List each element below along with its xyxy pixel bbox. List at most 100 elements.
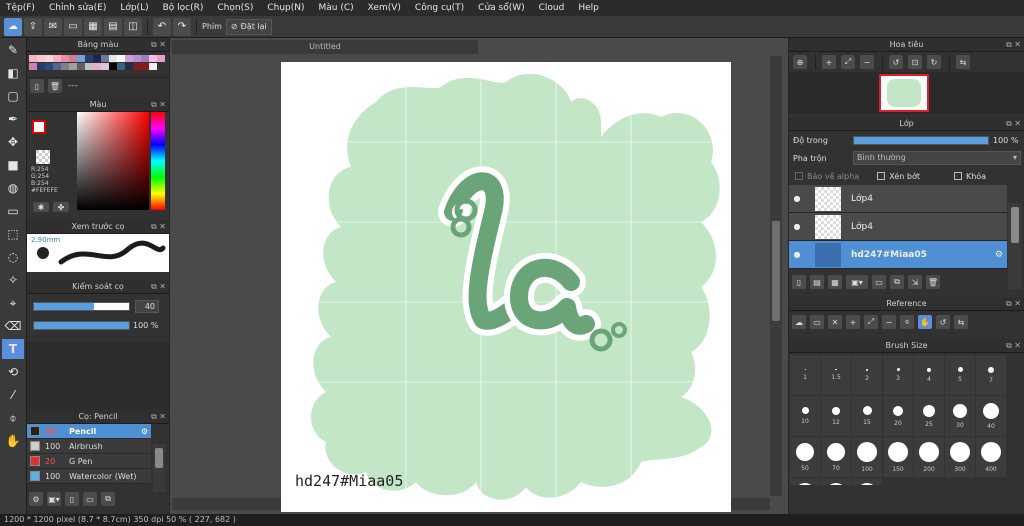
palette-swatch[interactable] [93,63,101,70]
palette-swatch[interactable] [149,63,157,70]
lock-checkbox[interactable] [953,172,962,180]
fill-rect-tool-icon[interactable]: ■ [2,155,24,175]
reference-zoom-out-icon[interactable]: − [882,315,896,329]
brush-size-cell[interactable]: 1000 [852,478,882,485]
palette-swatch[interactable] [101,63,109,70]
palette-swatch[interactable] [149,55,157,62]
palette-swatch[interactable] [37,63,45,70]
brush-list-item[interactable]: 20 G Pen [27,454,151,469]
palette-swatch[interactable] [53,55,61,62]
brush-copy-icon[interactable]: ⧉ [101,492,115,506]
reference-hand-icon[interactable]: ✋ [918,315,932,329]
palette-swatch[interactable] [29,63,37,70]
rectangle-tool-icon[interactable]: ▢ [2,86,24,106]
reference-cloud-icon[interactable]: ☁ [792,315,806,329]
brush-opacity-slider[interactable] [33,321,130,330]
brush-size-cell[interactable]: 4 [914,355,944,395]
brush-size-cell[interactable]: 25 [914,396,944,436]
select-rect-tool-icon[interactable]: ⬚ [2,224,24,244]
export-icon[interactable]: ⇪ [24,17,42,36]
reference-open-icon[interactable]: ▭ [810,315,824,329]
menu-item[interactable]: Lớp(L) [120,3,148,13]
palette-swatch[interactable] [45,55,53,62]
brush-size-cell[interactable]: 1.5 [821,355,851,395]
palette-swatch[interactable] [77,63,85,70]
cloud-icon[interactable]: ☁ [4,17,22,36]
new-page-icon[interactable]: ▯ [30,79,44,93]
nav-zoom-out-icon[interactable]: − [860,55,874,69]
hand-tool-icon[interactable]: ✋ [2,431,24,451]
palette-swatch[interactable] [29,55,37,62]
new-layer-8bit-icon[interactable]: ▤ [810,275,824,289]
menu-item[interactable]: Màu (C) [319,3,354,13]
palette-swatch[interactable] [93,55,101,62]
reference-fit-icon[interactable]: ⤢ [864,315,878,329]
brush-folder-icon[interactable]: ▭ [83,492,97,506]
select-pen-tool-icon[interactable]: ⌖ [2,293,24,313]
color-swap-icon[interactable]: ✤ [53,202,69,212]
palette-swatch[interactable] [109,63,117,70]
delete-layer-icon[interactable]: 🗑 [926,275,940,289]
layer-row[interactable]: ● hd247#Miaa05 ⚙ [789,241,1007,269]
palette-swatch[interactable] [61,63,69,70]
menu-item[interactable]: Bộ lọc(R) [163,3,204,13]
navigator-thumbnail[interactable] [879,74,929,112]
brush-list-scrollbar[interactable] [155,448,163,468]
brush-size-cell[interactable]: 300 [945,437,975,477]
brush-settings-icon[interactable]: ⚙ [29,492,43,506]
document-tab[interactable]: Untitled [172,40,478,54]
palette-swatch[interactable] [109,55,117,62]
magic-wand-tool-icon[interactable]: ✧ [2,270,24,290]
reset-button[interactable]: ⊘ Đặt lại [225,18,272,35]
grid-icon[interactable]: ▦ [84,17,102,36]
palette-swatch[interactable] [85,63,93,70]
layer-opacity-slider[interactable] [853,135,989,145]
brush-size-cell[interactable]: 5 [945,355,975,395]
brush-size-cell[interactable]: 15 [852,396,882,436]
eraser-tool-icon[interactable]: ◧ [2,63,24,83]
foreground-color-swatch[interactable] [32,120,46,134]
chat-icon[interactable]: ✉ [44,17,62,36]
redo-icon[interactable]: ↷ [173,17,191,36]
brush-size-cell[interactable]: 10 [790,396,820,436]
pen-tool-icon[interactable]: ✒ [2,109,24,129]
snap-icon[interactable]: ▤ [104,17,122,36]
eye-icon[interactable]: ● [789,194,805,203]
duplicate-layer-icon[interactable]: ⧉ [890,275,904,289]
menu-item[interactable]: Xem(V) [368,3,401,13]
palette-swatch[interactable] [85,55,93,62]
text-tool-icon[interactable]: T [2,339,24,359]
palette-swatches[interactable] [27,52,169,77]
layer-row[interactable]: ● Lớp4 [789,185,1007,213]
select-eraser-tool-icon[interactable]: ⌫ [2,316,24,336]
brush-size-slider[interactable] [33,302,130,311]
bucket-tool-icon[interactable]: ◍ [2,178,24,198]
reference-close-icon[interactable]: ✕ [828,315,842,329]
knife-tool-icon[interactable]: ⁄ [2,385,24,405]
nav-fit-icon[interactable]: ⤢ [841,55,855,69]
layer-row[interactable]: ● Lớp4 [789,213,1007,241]
palette-swatch[interactable] [141,55,149,62]
palette-swatch[interactable] [101,55,109,62]
brush-size-cell[interactable]: 150 [883,437,913,477]
palette-swatch[interactable] [77,55,85,62]
lasso-tool-icon[interactable]: ◌ [2,247,24,267]
gear-icon[interactable]: ⚙ [995,250,1003,260]
eye-icon[interactable]: ● [789,222,805,231]
brush-size-cell[interactable]: 12 [821,396,851,436]
move-tool-icon[interactable]: ✥ [2,132,24,152]
brush-size-cell[interactable]: 3 [883,355,913,395]
brush-size-cell[interactable]: 1 [790,355,820,395]
eyedropper-tool-icon[interactable]: ⌽ [2,408,24,428]
clipping-checkbox[interactable] [877,172,886,180]
add-layer-menu-icon[interactable]: ▣▾ [846,275,868,289]
undo-icon[interactable]: ↶ [153,17,171,36]
nav-rotate-left-icon[interactable]: ↺ [889,55,903,69]
brush-size-cell[interactable]: 50 [790,437,820,477]
brush-duplicate-icon[interactable]: ▯ [65,492,79,506]
layer-scrollbar[interactable] [1011,207,1019,243]
transform-tool-icon[interactable]: ⟲ [2,362,24,382]
nav-flip-icon[interactable]: ⇆ [956,55,970,69]
menu-item[interactable]: Cloud [539,3,565,13]
nav-rotate-right-icon[interactable]: ↻ [927,55,941,69]
